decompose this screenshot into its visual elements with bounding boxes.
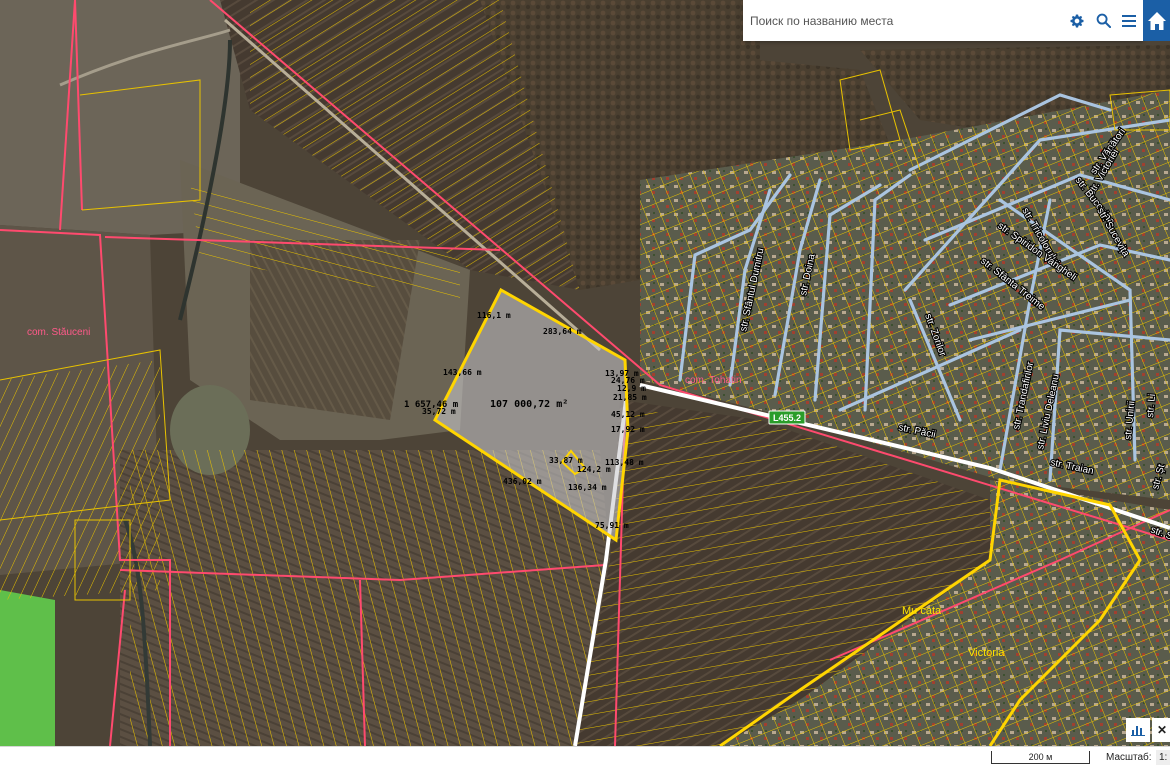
hamburger-menu-icon xyxy=(1122,14,1136,27)
road-badge: L455.2 xyxy=(768,410,806,425)
measurement-label: 33,87 m xyxy=(549,456,583,465)
green-zone xyxy=(0,590,55,746)
village-label-victoria: Victoria xyxy=(968,647,1005,659)
measurement-label: 143,66 m xyxy=(443,368,482,377)
scale-value-field[interactable]: 1: xyxy=(1156,750,1170,765)
commune-label-tohatin: com. Tohatin xyxy=(685,375,742,386)
measurement-label: 75,91 m xyxy=(595,521,629,530)
village-label-mu-cata: Mu cata xyxy=(902,605,942,617)
search-bar xyxy=(743,0,1143,41)
street-label: str. Li xyxy=(1145,393,1158,418)
close-panel-button[interactable]: ✕ xyxy=(1152,718,1170,742)
measurement-label: 136,34 m xyxy=(568,483,607,492)
measurement-label: 113,48 m xyxy=(605,458,644,467)
scale-label: Масштаб: xyxy=(1106,752,1152,763)
home-button[interactable] xyxy=(1143,0,1170,41)
close-icon: ✕ xyxy=(1156,723,1167,737)
scale-bar: 200 м xyxy=(991,751,1090,764)
measurement-label: 12,9 m xyxy=(617,384,646,393)
commune-label-stauceni: com. Stăuceni xyxy=(27,327,90,338)
gear-icon xyxy=(1070,13,1084,28)
menu-button[interactable] xyxy=(1117,9,1141,33)
measurement-label: 35,72 m xyxy=(422,407,456,416)
settings-button[interactable] xyxy=(1065,9,1089,33)
measurement-label: 116,1 m xyxy=(477,311,511,320)
scale-bar-label: 200 м xyxy=(1028,752,1053,762)
measurement-label: 436,02 m xyxy=(503,477,542,486)
search-icon xyxy=(1096,13,1111,28)
search-input[interactable] xyxy=(743,1,1065,40)
measurement-label: 283,64 m xyxy=(543,327,582,336)
svg-text:L455.2: L455.2 xyxy=(773,413,801,423)
status-bar: 200 м Масштаб: 1: xyxy=(0,746,1170,769)
legend-button[interactable] xyxy=(1126,718,1150,742)
home-icon xyxy=(1147,11,1166,30)
cadastral-map[interactable]: 116,1 m 283,64 m 143,66 m 1 657,46 m 35,… xyxy=(0,0,1170,746)
measurement-label: 21,85 m xyxy=(613,393,647,402)
measurement-label: 17,92 m xyxy=(611,425,645,434)
bar-chart-icon xyxy=(1131,726,1145,736)
search-button[interactable] xyxy=(1091,9,1115,33)
measurement-label: 45,12 m xyxy=(611,410,645,419)
parcel-area-label: 107 000,72 m² xyxy=(490,399,568,410)
measurement-label: 124,2 m xyxy=(577,465,611,474)
